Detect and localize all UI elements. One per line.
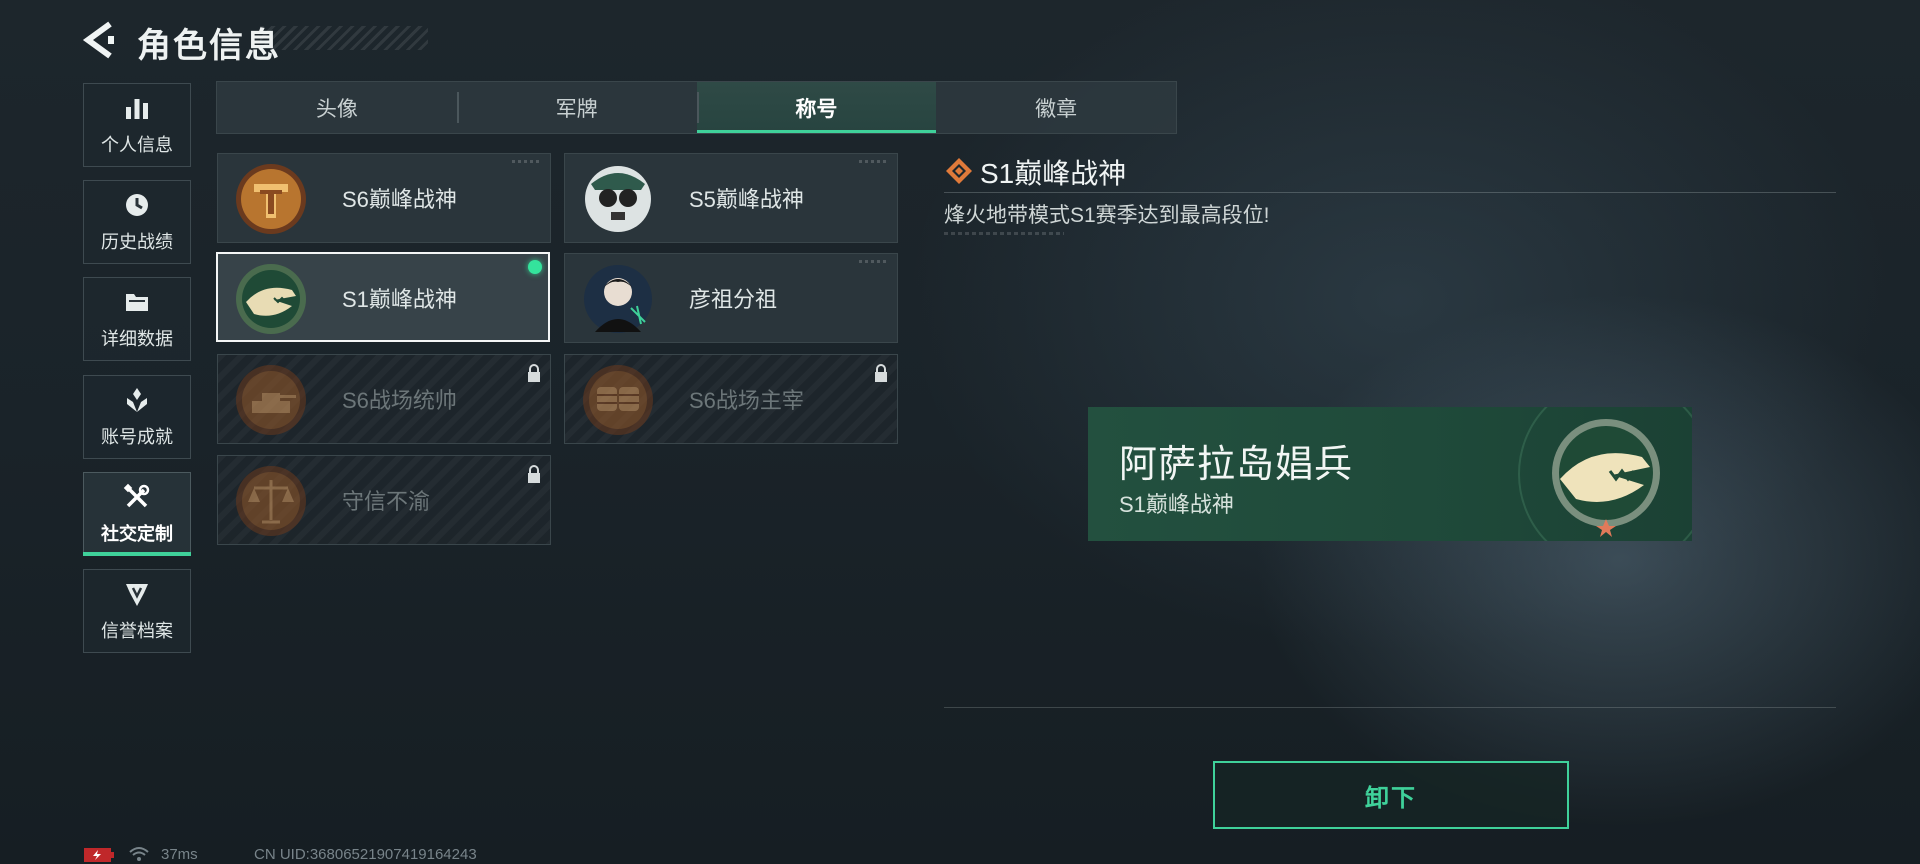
- sidebar-item-label: 详细数据: [101, 329, 173, 349]
- category-tabs: 头像 军牌 称号 徽章: [216, 81, 1177, 134]
- sidebar-item-label: 历史战绩: [101, 232, 173, 252]
- unequip-button-label: 卸下: [1365, 784, 1417, 812]
- nameplate-preview: 阿萨拉岛娼兵 S1巅峰战神: [1088, 407, 1692, 541]
- title-card-locked[interactable]: S6战场统帅: [217, 354, 551, 444]
- detail-description: 烽火地带模式S1赛季达到最高段位!: [944, 204, 1270, 227]
- diamond-rank-icon: [946, 158, 972, 184]
- equipped-indicator: [528, 260, 542, 274]
- network-ping: 37ms: [161, 846, 198, 863]
- title-card[interactable]: S5巅峰战神: [564, 153, 898, 243]
- achievement-icon: [127, 388, 147, 412]
- tab-dog-tag[interactable]: 军牌: [456, 82, 697, 133]
- preview-title: S1巅峰战神: [1119, 492, 1234, 517]
- detail-decoration: [944, 232, 1064, 235]
- tab-avatar[interactable]: 头像: [217, 82, 457, 133]
- crossed-fists-emblem-icon: [583, 365, 653, 435]
- back-arrow-icon: [82, 21, 114, 59]
- sidebar-item-label: 账号成就: [101, 427, 173, 447]
- shield-icon: [126, 584, 148, 606]
- crocodile-emblem-icon: [236, 264, 306, 334]
- card-corner-decoration: [512, 160, 540, 163]
- sidebar-item-label: 社交定制: [101, 524, 173, 544]
- history-clock-icon: [126, 194, 148, 216]
- sidebar-item-social-custom[interactable]: 社交定制: [83, 472, 191, 556]
- title-card-locked[interactable]: S6战场主宰: [564, 354, 898, 444]
- portrait-avatar-icon: [584, 265, 652, 333]
- title-label: S6战场统帅: [342, 388, 457, 413]
- title-label: S6巅峰战神: [342, 187, 457, 212]
- preview-player-name: 阿萨拉岛娼兵: [1119, 444, 1354, 486]
- lock-icon: [875, 364, 887, 382]
- card-corner-decoration: [859, 260, 887, 263]
- title-card-locked[interactable]: 守信不渝: [217, 455, 551, 545]
- tab-title[interactable]: 称号: [696, 82, 937, 133]
- lock-icon: [528, 364, 540, 382]
- lock-icon: [528, 465, 540, 483]
- title-card-selected[interactable]: S1巅峰战神: [216, 252, 550, 342]
- card-corner-decoration: [859, 160, 887, 163]
- sidebar-item-personal-info[interactable]: 个人信息: [83, 83, 191, 167]
- tab-badge[interactable]: 徽章: [936, 82, 1176, 133]
- scales-emblem-icon: [236, 466, 306, 536]
- sidebar-item-detailed-data[interactable]: 详细数据: [83, 277, 191, 361]
- title-label: S6战场主宰: [689, 388, 804, 413]
- gold-helmet-emblem-icon: [236, 164, 306, 234]
- sidebar-item-label: 个人信息: [101, 135, 173, 155]
- bar-chart-icon: [126, 99, 148, 119]
- battery-charging-icon: [84, 848, 114, 862]
- unequip-button[interactable]: 卸下: [1213, 761, 1569, 829]
- back-button[interactable]: [80, 18, 124, 62]
- frame-divider: [944, 707, 1836, 708]
- folder-icon: [126, 294, 148, 311]
- title-label: 彦祖分祖: [689, 287, 778, 312]
- title-label: S1巅峰战神: [342, 287, 457, 312]
- detail-title: S1巅峰战神: [980, 158, 1127, 189]
- skull-goggles-emblem-icon: [585, 166, 651, 232]
- title-card[interactable]: 彦祖分祖: [564, 253, 898, 343]
- title-card[interactable]: S6巅峰战神: [217, 153, 551, 243]
- wifi-icon: [129, 847, 149, 861]
- sidebar-item-achievements[interactable]: 账号成就: [83, 375, 191, 459]
- detail-divider: [944, 192, 1836, 193]
- tools-icon: [123, 483, 150, 508]
- tank-emblem-icon: [236, 365, 306, 435]
- header-decoration: [260, 26, 428, 50]
- title-label: 守信不渝: [342, 489, 431, 514]
- page-title: 角色信息: [137, 27, 281, 65]
- sidebar-item-history[interactable]: 历史战绩: [83, 180, 191, 264]
- title-label: S5巅峰战神: [689, 187, 804, 212]
- crocodile-emblem-icon: [1552, 419, 1660, 537]
- user-uid: CN UID:36806521907419164243: [254, 846, 477, 863]
- sidebar-item-label: 信誉档案: [101, 621, 173, 641]
- sidebar-item-reputation[interactable]: 信誉档案: [83, 569, 191, 653]
